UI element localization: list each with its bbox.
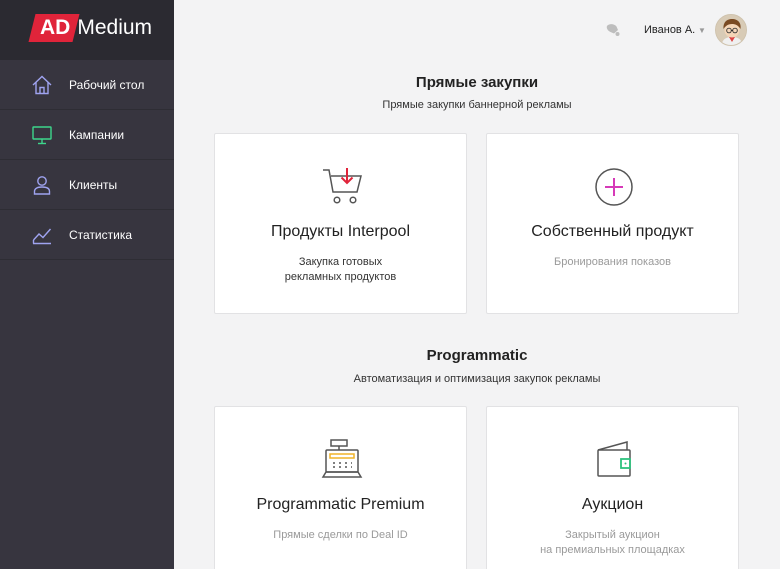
card-own-product[interactable]: Собственный продукт Бронирования показов: [486, 133, 739, 314]
wallet-icon: [597, 441, 631, 477]
monitor-icon: [32, 126, 52, 145]
logo-bar: AD Medium: [0, 0, 174, 60]
sidebar-item-statistics[interactable]: Статистика: [0, 210, 174, 260]
chevron-down-icon[interactable]: ▼: [698, 26, 706, 35]
section-subtitle-direct: Прямые закупки баннерной рекламы: [382, 99, 572, 111]
chart-icon: [32, 228, 52, 245]
sidebar: AD Medium Рабочий стол Кампании Клиенты …: [0, 0, 174, 569]
card-auction[interactable]: Аукцион Закрытый аукцион на премиальных …: [486, 406, 739, 569]
sidebar-item-clients[interactable]: Клиенты: [0, 160, 174, 210]
sidebar-item-label: Статистика: [69, 227, 133, 242]
plus-circle-icon: [595, 168, 633, 206]
home-icon: [32, 75, 52, 95]
card-description: Закупка готовых рекламных продуктов: [284, 256, 397, 283]
sidebar-item-dashboard[interactable]: Рабочий стол: [0, 60, 174, 110]
sidebar-item-campaigns[interactable]: Кампании: [0, 110, 174, 160]
section-title-direct: Прямые закупки: [415, 74, 539, 91]
card-description: Бронирования показов: [554, 256, 671, 268]
logo-medium: Medium: [77, 16, 153, 39]
card-title: Аукцион: [581, 496, 644, 513]
cart-icon: [323, 168, 362, 204]
sidebar-item-label: Рабочий стол: [69, 77, 145, 92]
card-title: Продукты Interpool: [271, 223, 410, 240]
logo-ad: AD: [32, 14, 76, 42]
user-name[interactable]: Иванов А.: [644, 24, 695, 36]
section-title-programmatic: Programmatic: [426, 347, 528, 364]
cash-register-icon: [321, 439, 363, 478]
avatar-icon: [716, 15, 746, 45]
card-programmatic-premium[interactable]: Programmatic Premium Прямые сделки по De…: [214, 406, 467, 569]
card-description: Закрытый аукцион на премиальных площадка…: [540, 529, 685, 556]
brand-logo[interactable]: AD Medium: [32, 14, 152, 42]
sidebar-item-label: Клиенты: [69, 177, 118, 192]
avatar[interactable]: [715, 14, 747, 46]
card-title: Собственный продукт: [531, 223, 694, 240]
section-subtitle-programmatic: Автоматизация и оптимизация закупок рекл…: [353, 373, 601, 385]
user-icon: [33, 176, 51, 195]
card-title: Programmatic Premium: [256, 496, 425, 513]
sidebar-item-label: Кампании: [69, 127, 125, 142]
card-description: Прямые сделки по Deal ID: [273, 529, 408, 541]
bell-icon[interactable]: [604, 21, 622, 39]
card-interpool-products[interactable]: Продукты Interpool Закупка готовых рекла…: [214, 133, 467, 314]
